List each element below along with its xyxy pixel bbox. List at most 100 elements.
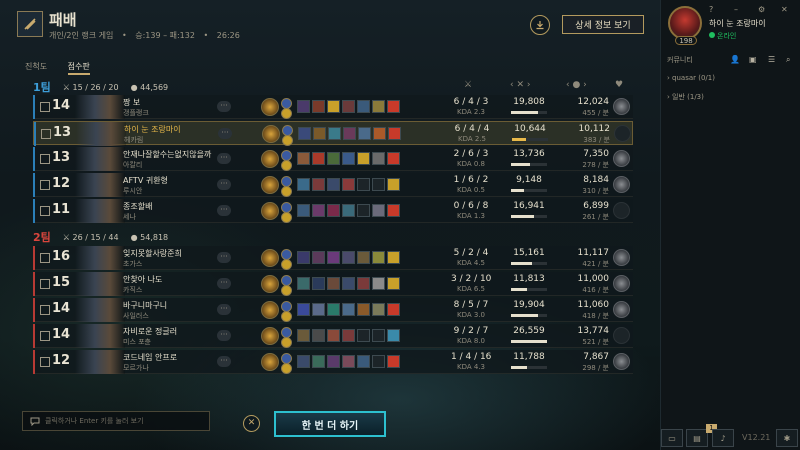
- item-slot-icon[interactable]: [327, 303, 340, 316]
- item-slot-icon[interactable]: [342, 355, 355, 368]
- item-slot-icon[interactable]: [372, 152, 385, 165]
- more-options-button[interactable]: ···: [217, 205, 231, 216]
- item-slot-icon[interactable]: [297, 251, 310, 264]
- item-slot-icon[interactable]: [312, 178, 325, 191]
- item-slot-icon[interactable]: [387, 152, 400, 165]
- list-view-icon[interactable]: ☰: [768, 55, 775, 64]
- keystone-rune-icon[interactable]: [261, 249, 279, 267]
- more-options-button[interactable]: ···: [217, 179, 231, 190]
- item-slot-icon[interactable]: [297, 277, 310, 290]
- bug-report-button[interactable]: ✱: [776, 429, 798, 447]
- item-slot-icon[interactable]: [312, 100, 325, 113]
- item-slot-icon[interactable]: [327, 277, 340, 290]
- player-row[interactable]: 13 하이 눈 조랑마이 헤카림 ··· 6 / 4 / 4 KDA 2.5 10,644 1…: [33, 121, 633, 146]
- champion-portrait[interactable]: [75, 350, 125, 374]
- item-slot-icon[interactable]: [372, 178, 385, 191]
- item-slot-icon[interactable]: [342, 204, 355, 217]
- keystone-rune-icon[interactable]: [262, 125, 280, 143]
- add-friend-icon[interactable]: 👤: [730, 55, 740, 64]
- item-slot-icon[interactable]: [298, 127, 311, 140]
- more-options-button[interactable]: ···: [217, 278, 231, 289]
- item-slot-icon[interactable]: [357, 100, 370, 113]
- item-slot-icon[interactable]: [342, 251, 355, 264]
- item-slot-icon[interactable]: [297, 355, 310, 368]
- item-slot-icon[interactable]: [372, 251, 385, 264]
- close-button[interactable]: ✕: [243, 415, 260, 432]
- item-slot-icon[interactable]: [357, 277, 370, 290]
- player-name[interactable]: 잊지못할사랑준희: [123, 248, 182, 259]
- item-slot-icon[interactable]: [297, 178, 310, 191]
- item-slot-icon[interactable]: [312, 303, 325, 316]
- item-slot-icon[interactable]: [387, 277, 400, 290]
- chat-input[interactable]: 클릭하거나 Enter 키를 눌러 보기: [22, 411, 210, 431]
- damage-column-icon[interactable]: ‹ ✕ ›: [510, 80, 530, 90]
- summoner-spell-icon[interactable]: [281, 337, 292, 348]
- honor-badge-icon[interactable]: [613, 249, 630, 266]
- item-slot-icon[interactable]: [312, 329, 325, 342]
- item-slot-icon[interactable]: [372, 303, 385, 316]
- player-row[interactable]: 14 짱 보 갱플랭크 ··· 6 / 4 / 3 KDA 2.3 19,808 12,024…: [33, 95, 633, 119]
- honor-badge-icon[interactable]: [613, 98, 630, 115]
- item-slot-icon[interactable]: [387, 100, 400, 113]
- minimize-icon[interactable]: –: [734, 5, 738, 14]
- item-slot-icon[interactable]: [297, 204, 310, 217]
- missions-button[interactable]: ▤: [686, 429, 708, 447]
- keystone-rune-icon[interactable]: [261, 150, 279, 168]
- item-slot-icon[interactable]: [297, 329, 310, 342]
- item-slot-icon[interactable]: [387, 355, 400, 368]
- item-slot-icon[interactable]: [357, 152, 370, 165]
- summoner-spell-icon[interactable]: [281, 108, 292, 119]
- item-slot-icon[interactable]: [327, 100, 340, 113]
- champion-portrait[interactable]: [75, 246, 125, 270]
- item-slot-icon[interactable]: [327, 152, 340, 165]
- player-row[interactable]: 11 종조할배 세나 ··· 0 / 6 / 8 KDA 1.3 16,941 6,899 26…: [33, 199, 633, 223]
- item-slot-icon[interactable]: [327, 355, 340, 368]
- summoner-spell-icon[interactable]: [281, 259, 292, 270]
- item-slot-icon[interactable]: [312, 251, 325, 264]
- champion-portrait[interactable]: [75, 199, 125, 223]
- tab-progress[interactable]: 진척도: [25, 62, 47, 71]
- player-row[interactable]: 15 안찾아 나도 카직스 ··· 3 / 2 / 10 KDA 6.5 11,813 11,…: [33, 272, 633, 296]
- item-slot-icon[interactable]: [297, 303, 310, 316]
- player-row[interactable]: 16 잊지못할사랑준희 초가스 ··· 5 / 2 / 4 KDA 4.5 15,161 11…: [33, 246, 633, 270]
- close-window-icon[interactable]: ✕: [781, 5, 788, 14]
- kda-column-icon[interactable]: ⚔: [464, 80, 472, 90]
- add-folder-icon[interactable]: ▣: [749, 55, 757, 64]
- gold-column-icon[interactable]: ‹ ● ›: [566, 80, 587, 90]
- item-slot-icon[interactable]: [327, 329, 340, 342]
- player-name[interactable]: 안찾아 나도: [123, 274, 162, 285]
- item-slot-icon[interactable]: [312, 277, 325, 290]
- item-slot-icon[interactable]: [342, 303, 355, 316]
- item-slot-icon[interactable]: [387, 251, 400, 264]
- player-row[interactable]: 14 바구니마구니 사일러스 ··· 8 / 5 / 7 KDA 3.0 19,904 11,…: [33, 298, 633, 322]
- player-name[interactable]: 종조할배: [123, 201, 152, 212]
- honor-badge-icon[interactable]: [613, 150, 630, 167]
- item-slot-icon[interactable]: [357, 355, 370, 368]
- honor-badge-icon[interactable]: [613, 176, 630, 193]
- item-slot-icon[interactable]: [358, 127, 371, 140]
- more-options-button[interactable]: ···: [217, 330, 231, 341]
- more-options-button[interactable]: ···: [217, 101, 231, 112]
- champion-portrait[interactable]: [75, 147, 125, 171]
- voice-button[interactable]: ♪: [712, 429, 734, 447]
- keystone-rune-icon[interactable]: [261, 275, 279, 293]
- summoner-avatar[interactable]: [668, 6, 702, 40]
- item-slot-icon[interactable]: [327, 204, 340, 217]
- item-slot-icon[interactable]: [327, 178, 340, 191]
- friend-group-quasar[interactable]: › quasar (0/1): [667, 74, 715, 82]
- item-slot-icon[interactable]: [387, 303, 400, 316]
- player-name[interactable]: 안재나잘할수는없지않을까: [123, 149, 211, 160]
- help-icon[interactable]: ?: [709, 5, 713, 14]
- more-options-button[interactable]: ···: [217, 153, 231, 164]
- player-row[interactable]: 14 자비로운 정글러 미스 포츈 ··· 9 / 2 / 7 KDA 8.0 26,559…: [33, 324, 633, 348]
- play-again-button[interactable]: 한 번 더 하기: [274, 411, 386, 437]
- item-slot-icon[interactable]: [313, 127, 326, 140]
- item-slot-icon[interactable]: [372, 355, 385, 368]
- item-slot-icon[interactable]: [328, 127, 341, 140]
- chat-toggle-button[interactable]: ▭: [661, 429, 683, 447]
- friend-group-general[interactable]: › 일반 (1/3): [667, 92, 704, 102]
- item-slot-icon[interactable]: [342, 178, 355, 191]
- item-slot-icon[interactable]: [342, 152, 355, 165]
- summoner-spell-icon[interactable]: [281, 186, 292, 197]
- keystone-rune-icon[interactable]: [261, 202, 279, 220]
